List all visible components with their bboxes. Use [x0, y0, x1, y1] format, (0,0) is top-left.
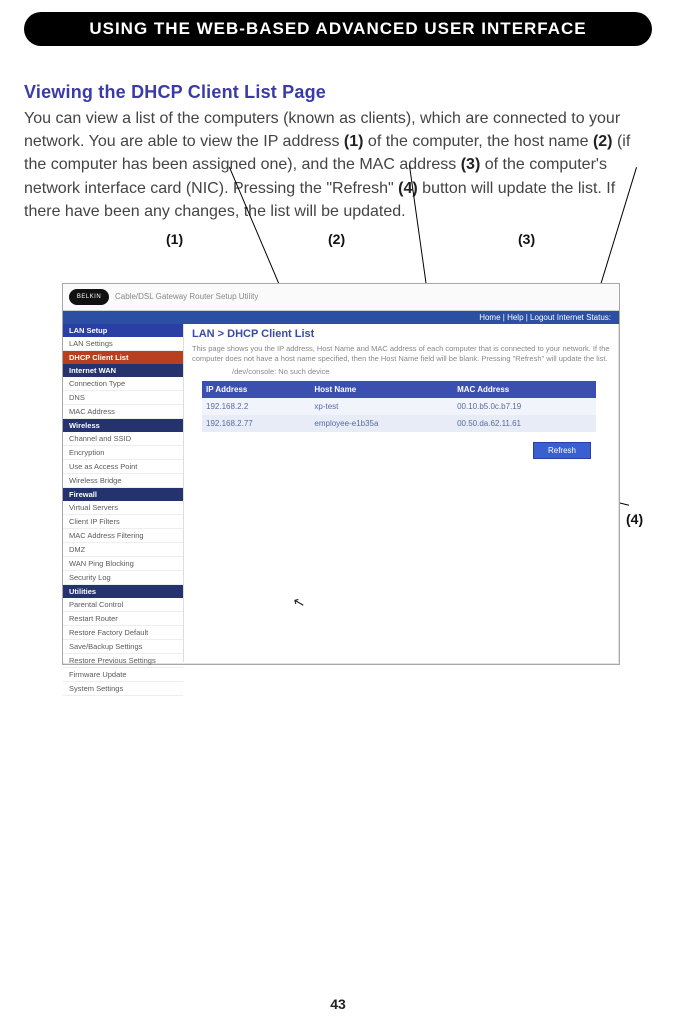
- side-slog[interactable]: Security Log: [63, 571, 183, 585]
- side-wireless[interactable]: Wireless: [63, 419, 183, 432]
- page-number: 43: [0, 996, 676, 1012]
- belkin-logo: BELKIN: [69, 289, 109, 305]
- side-mac[interactable]: MAC Address: [63, 405, 183, 419]
- side-rps[interactable]: Restore Previous Settings: [63, 654, 183, 668]
- side-ap[interactable]: Use as Access Point: [63, 460, 183, 474]
- th-ip: IP Address: [202, 381, 310, 398]
- table-header-row: IP Address Host Name MAC Address: [202, 381, 596, 398]
- side-vs[interactable]: Virtual Servers: [63, 501, 183, 515]
- side-dhcp-active[interactable]: DHCP Client List: [63, 351, 183, 364]
- side-wpb[interactable]: WAN Ping Blocking: [63, 557, 183, 571]
- side-lan-settings[interactable]: LAN Settings: [63, 337, 183, 351]
- side-lan-setup[interactable]: LAN Setup: [63, 324, 183, 337]
- page-desc: This page shows you the IP address, Host…: [192, 344, 611, 364]
- ref-1: (1): [344, 133, 364, 150]
- th-mac: MAC Address: [453, 381, 596, 398]
- side-conn-type[interactable]: Connection Type: [63, 377, 183, 391]
- side-maf[interactable]: MAC Address Filtering: [63, 529, 183, 543]
- ref-2: (2): [593, 133, 613, 150]
- figure-wrap: (1) (2) (3) (4) BELKIN Cable/DSL Gateway…: [28, 231, 648, 681]
- callout-3: (3): [518, 231, 535, 247]
- td-ip: 192.168.2.77: [202, 415, 310, 432]
- side-channel[interactable]: Channel and SSID: [63, 432, 183, 446]
- td-host: employee-e1b35a: [310, 415, 453, 432]
- side-rfd[interactable]: Restore Factory Default: [63, 626, 183, 640]
- router-screenshot: BELKIN Cable/DSL Gateway Router Setup Ut…: [62, 283, 620, 665]
- table-row: 192.168.2.2 xp-test 00.10.b5.0c.b7.19: [202, 398, 596, 415]
- console-msg: /dev/console: No such device: [232, 367, 611, 377]
- side-utilities[interactable]: Utilities: [63, 585, 183, 598]
- side-internet-wan[interactable]: Internet WAN: [63, 364, 183, 377]
- side-sbs[interactable]: Save/Backup Settings: [63, 640, 183, 654]
- td-ip: 192.168.2.2: [202, 398, 310, 415]
- section-title: Viewing the DHCP Client List Page: [24, 82, 652, 103]
- ref-3: (3): [461, 156, 481, 173]
- callout-2: (2): [328, 231, 345, 247]
- side-dns[interactable]: DNS: [63, 391, 183, 405]
- side-rr[interactable]: Restart Router: [63, 612, 183, 626]
- callout-4: (4): [626, 511, 643, 527]
- page-header-bar: USING THE WEB-BASED ADVANCED USER INTERF…: [24, 12, 652, 46]
- ref-4: (4): [398, 180, 418, 197]
- side-bridge[interactable]: Wireless Bridge: [63, 474, 183, 488]
- shot-sidebar: LAN Setup LAN Settings DHCP Client List …: [63, 324, 184, 662]
- side-cif[interactable]: Client IP Filters: [63, 515, 183, 529]
- th-host: Host Name: [310, 381, 453, 398]
- td-mac: 00.10.b5.0c.b7.19: [453, 398, 596, 415]
- side-dmz[interactable]: DMZ: [63, 543, 183, 557]
- body-paragraph: You can view a list of the computers (kn…: [24, 107, 652, 223]
- side-firewall[interactable]: Firewall: [63, 488, 183, 501]
- utility-title: Cable/DSL Gateway Router Setup Utility: [115, 292, 258, 301]
- refresh-button[interactable]: Refresh: [533, 442, 591, 459]
- breadcrumb: LAN > DHCP Client List: [192, 328, 611, 340]
- side-pc[interactable]: Parental Control: [63, 598, 183, 612]
- td-mac: 00.50.da.62.11.61: [453, 415, 596, 432]
- shot-main: LAN Setup LAN Settings DHCP Client List …: [63, 324, 619, 662]
- table-row: 192.168.2.77 employee-e1b35a 00.50.da.62…: [202, 415, 596, 432]
- dhcp-table: IP Address Host Name MAC Address 192.168…: [202, 381, 596, 432]
- side-ss[interactable]: System Settings: [63, 682, 183, 696]
- body-text-b: of the computer, the host name: [363, 133, 592, 150]
- shot-bluebar: Home | Help | Logout Internet Status:: [63, 311, 619, 324]
- callout-1: (1): [166, 231, 183, 247]
- shot-topbar: BELKIN Cable/DSL Gateway Router Setup Ut…: [63, 284, 619, 311]
- td-host: xp-test: [310, 398, 453, 415]
- side-encrypt[interactable]: Encryption: [63, 446, 183, 460]
- shot-content: LAN > DHCP Client List This page shows y…: [184, 324, 619, 662]
- side-fu[interactable]: Firmware Update: [63, 668, 183, 682]
